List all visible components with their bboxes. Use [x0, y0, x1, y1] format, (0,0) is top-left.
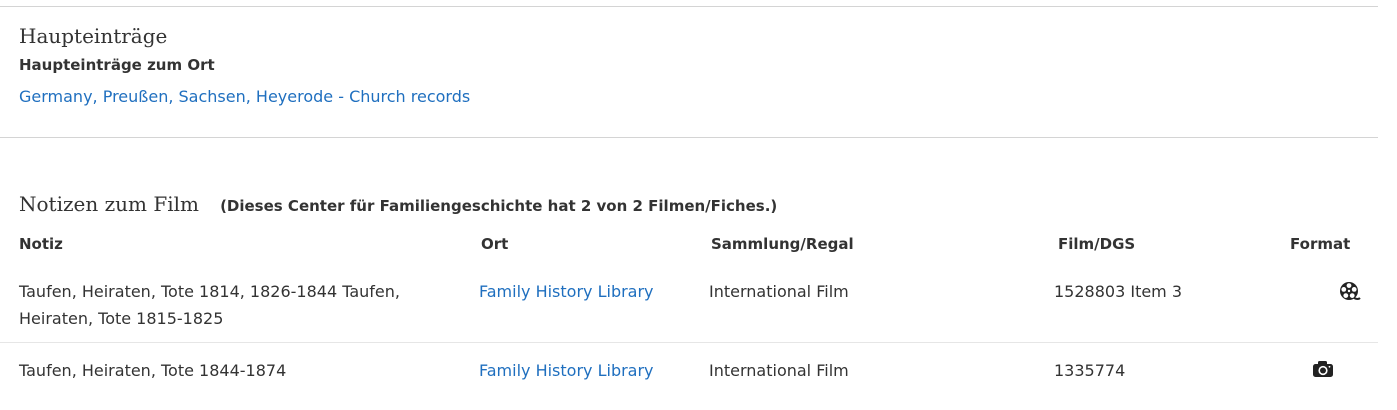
column-header-collection: Sammlung/Regal: [711, 235, 854, 253]
column-header-location: Ort: [481, 235, 509, 253]
film-notes-heading: Notizen zum Film (Dieses Center für Fami…: [19, 192, 777, 216]
section-divider: [0, 137, 1378, 138]
camera-icon[interactable]: [1312, 360, 1334, 380]
row-divider: [0, 342, 1378, 343]
main-entries-subtitle: Haupteinträge zum Ort: [19, 56, 215, 74]
row-1-location-link[interactable]: Family History Library: [479, 278, 654, 305]
column-header-format: Format: [1290, 235, 1351, 253]
row-2-collection: International Film: [709, 361, 849, 380]
row-1-film-number: 1528803 Item 3: [1054, 282, 1183, 301]
row-2-note: Taufen, Heiraten, Tote 1844-1874: [19, 361, 287, 380]
column-header-note: Notiz: [19, 235, 63, 253]
row-1-collection: International Film: [709, 282, 849, 301]
row-1-note: Taufen, Heiraten, Tote 1814, 1826-1844 T…: [19, 282, 400, 328]
row-2-location-link[interactable]: Family History Library: [479, 357, 654, 384]
column-header-film: Film/DGS: [1058, 235, 1136, 253]
top-divider: [0, 6, 1378, 7]
main-entries-title: Haupteinträge: [19, 24, 168, 48]
row-2-film-number: 1335774: [1054, 361, 1126, 380]
church-records-link[interactable]: Germany, Preußen, Sachsen, Heyerode - Ch…: [19, 87, 470, 106]
film-count-text: (Dieses Center für Familiengeschichte ha…: [220, 197, 778, 215]
film-notes-title: Notizen zum Film: [19, 192, 199, 216]
film-reel-icon[interactable]: [1339, 281, 1361, 301]
